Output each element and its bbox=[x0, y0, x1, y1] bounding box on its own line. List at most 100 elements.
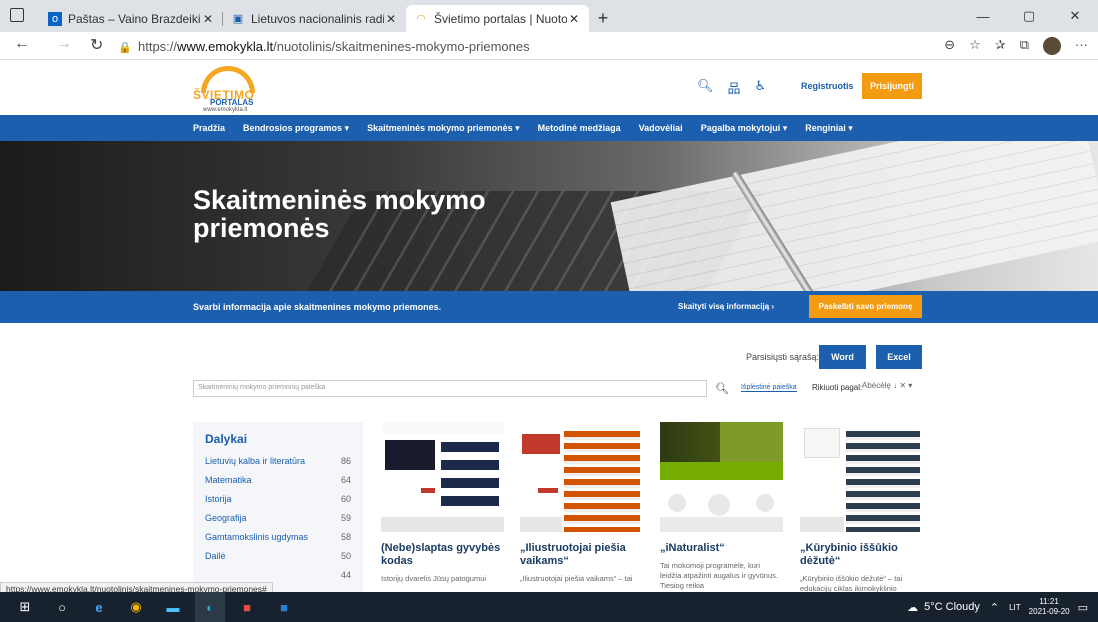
powerpoint-icon[interactable]: ■ bbox=[232, 592, 262, 622]
search-input[interactable]: Skaitmeninių mokymo priemonių paieška bbox=[193, 380, 707, 397]
system-tray: ☁ 5°C Cloudy ⌃ LIT 11:21 2021-09-20 ▭ bbox=[907, 592, 1098, 622]
tab-strip: o Paštas – Vaino Brazdeikis – „Outl ✕ ▣ … bbox=[40, 5, 617, 32]
subject-name[interactable]: Geografija bbox=[205, 509, 247, 528]
card-thumbnail[interactable] bbox=[381, 422, 504, 532]
tool-card[interactable]: „Iliustruotojai piešia vaikams“ „Iliustr… bbox=[520, 422, 643, 584]
more-icon[interactable]: ··· bbox=[1075, 37, 1088, 55]
card-title[interactable]: (Nebe)slaptas gyvybės kodas bbox=[381, 542, 504, 568]
search-icon[interactable]: 🔍︎ bbox=[715, 382, 729, 395]
login-button[interactable]: Prisijungti bbox=[862, 73, 922, 99]
read-more-link[interactable]: Skaityti visą informaciją › bbox=[678, 302, 774, 311]
advanced-search-link[interactable]: Išplėstinė paieška bbox=[741, 384, 797, 392]
back-icon[interactable]: ← bbox=[14, 35, 30, 53]
lrt-icon: ▣ bbox=[232, 12, 244, 25]
collections-icon[interactable]: ⧉ bbox=[1020, 37, 1029, 55]
menu-item-metodine-medziaga[interactable]: Metodinė medžiaga bbox=[538, 123, 621, 133]
close-icon[interactable]: ✕ bbox=[567, 12, 581, 26]
card-thumbnail[interactable] bbox=[800, 422, 923, 532]
download-label: Parsisiųsti sąrašą: bbox=[746, 352, 820, 362]
subject-name[interactable]: Dailė bbox=[205, 547, 226, 566]
chevron-up-icon[interactable]: ⌃ bbox=[990, 601, 999, 614]
search-icon[interactable]: 🔍︎ bbox=[697, 78, 714, 97]
url-path: /nuotolinis/skaitmenines-mokymo-priemone… bbox=[273, 39, 530, 54]
menu-item-vadoveliai[interactable]: Vadovėliai bbox=[639, 123, 683, 133]
read-aloud-icon[interactable]: ☆ bbox=[969, 37, 981, 55]
tab-lrt[interactable]: ▣ Lietuvos nacionalinis radijas ir tel ✕ bbox=[223, 5, 406, 32]
sort-select[interactable]: Abėcėlę ↓ ✕ ▾ bbox=[862, 381, 912, 390]
site-logo[interactable]: ŠVIETIMO PORTALAS www.emokykla.lt bbox=[193, 66, 263, 113]
tab-portal[interactable]: ◠ Švietimo portalas | Nuotolinis mo ✕ bbox=[406, 5, 589, 32]
sitemap-icon[interactable]: 品 bbox=[728, 78, 741, 97]
minimize-icon[interactable]: — bbox=[960, 0, 1006, 32]
outlook-icon: o bbox=[48, 11, 62, 26]
clock-time: 11:21 bbox=[1039, 597, 1059, 606]
subject-count: 60 bbox=[340, 494, 351, 504]
subject-item[interactable]: Matematika 64 bbox=[193, 471, 363, 490]
url-field[interactable]: 🔒 https://www.emokykla.lt/nuotolinis/ska… bbox=[118, 36, 978, 57]
subject-item[interactable]: Dailė 50 bbox=[193, 547, 363, 566]
profile-avatar[interactable] bbox=[1043, 37, 1061, 55]
search-icon[interactable]: ○ bbox=[47, 592, 77, 622]
card-title[interactable]: „Iliustruotojai piešia vaikams“ bbox=[520, 542, 643, 568]
accessibility-icon[interactable]: ♿︎ bbox=[755, 78, 767, 97]
internet-explorer-icon[interactable]: e bbox=[84, 592, 114, 622]
subject-name[interactable]: Matematika bbox=[205, 471, 252, 490]
download-word-button[interactable]: Word bbox=[819, 345, 866, 369]
windows-start-icon[interactable]: ⊞ bbox=[10, 592, 40, 622]
close-icon[interactable]: ✕ bbox=[384, 12, 398, 26]
close-icon[interactable]: ✕ bbox=[201, 12, 215, 26]
subject-count: 44 bbox=[340, 570, 351, 580]
subject-item[interactable]: Gamtamokslinis ugdymas 58 bbox=[193, 528, 363, 547]
menu-item-skaitmenines-priemones[interactable]: Skaitmeninės mokymo priemonės ▾ bbox=[367, 123, 520, 134]
subject-item[interactable]: Lietuvių kalba ir literatūra 86 bbox=[193, 452, 363, 471]
subject-name[interactable]: Istorija bbox=[205, 490, 232, 509]
clock[interactable]: 11:21 2021-09-20 bbox=[1029, 597, 1070, 617]
card-title[interactable]: „iNaturalist“ bbox=[660, 542, 783, 555]
notification-icon[interactable]: ▭ bbox=[1078, 601, 1088, 614]
word-icon[interactable]: ■ bbox=[269, 592, 299, 622]
card-thumbnail[interactable] bbox=[660, 422, 783, 532]
weather-text[interactable]: 5°C Cloudy bbox=[924, 601, 980, 613]
card-description: „Kūrybinio iššūkio dėžutė“ – tai edukaci… bbox=[800, 574, 903, 592]
zoom-icon[interactable]: ⊖ bbox=[944, 37, 955, 55]
window-controls: — ▢ ✕ bbox=[960, 0, 1098, 32]
hero-notebook-image bbox=[610, 141, 1098, 291]
download-excel-button[interactable]: Excel bbox=[876, 345, 922, 369]
refresh-icon[interactable]: ↻ bbox=[90, 35, 103, 55]
tool-card[interactable]: (Nebe)slaptas gyvybės kodas Istorijų dva… bbox=[381, 422, 504, 584]
publish-tool-button[interactable]: Paskelbti savo priemonę bbox=[809, 295, 922, 318]
subject-item[interactable]: Geografija 59 bbox=[193, 509, 363, 528]
hero-banner: Skaitmeninės mokymo priemonės bbox=[0, 141, 1098, 291]
menu-item-pagalba-mokytojui[interactable]: Pagalba mokytojui ▾ bbox=[701, 123, 788, 134]
logo-text-3: www.emokykla.lt bbox=[203, 107, 248, 113]
cloud-icon: ☁ bbox=[907, 601, 919, 614]
register-link[interactable]: Registruotis bbox=[801, 81, 854, 91]
language-indicator[interactable]: LIT bbox=[1009, 603, 1021, 612]
card-thumbnail[interactable] bbox=[520, 422, 643, 532]
browser-toolbar: ⊖ ☆ ✰ ⧉ ··· bbox=[944, 37, 1088, 55]
forward-icon[interactable]: → bbox=[56, 35, 72, 53]
subject-item[interactable]: Istorija 60 bbox=[193, 490, 363, 509]
menu-item-renginiai[interactable]: Renginiai ▾ bbox=[805, 123, 853, 134]
subject-name[interactable]: Lietuvių kalba ir literatūra bbox=[205, 452, 305, 471]
tab-actions-icon[interactable] bbox=[10, 8, 24, 22]
close-window-icon[interactable]: ✕ bbox=[1052, 0, 1098, 32]
tool-card[interactable]: „Kūrybinio iššūkio dėžutė“ „Kūrybinio iš… bbox=[800, 422, 923, 592]
menu-item-bendrosios-programos[interactable]: Bendrosios programos ▾ bbox=[243, 123, 349, 134]
chrome-icon[interactable]: ◉ bbox=[121, 592, 151, 622]
subject-count: 86 bbox=[340, 456, 351, 466]
menu-item-pradzia[interactable]: Pradžia bbox=[193, 123, 225, 133]
tab-label: Švietimo portalas | Nuotolinis mo bbox=[434, 11, 567, 26]
tool-card[interactable]: „iNaturalist“ Tai mokomoji programėlė, k… bbox=[660, 422, 783, 591]
maximize-icon[interactable]: ▢ bbox=[1006, 0, 1052, 32]
new-tab-button[interactable]: + bbox=[589, 5, 617, 32]
favorites-icon[interactable]: ✰ bbox=[995, 37, 1006, 55]
card-title[interactable]: „Kūrybinio iššūkio dėžutė“ bbox=[800, 542, 923, 568]
edge-icon[interactable]: ◐ bbox=[195, 592, 225, 622]
card-description: „Iliustruotojai piešia vaikams“ – tai bbox=[520, 574, 633, 583]
tab-outlook[interactable]: o Paštas – Vaino Brazdeikis – „Outl ✕ bbox=[40, 5, 223, 32]
subject-name[interactable]: Gamtamokslinis ugdymas bbox=[205, 528, 308, 547]
browser-titlebar: o Paštas – Vaino Brazdeikis – „Outl ✕ ▣ … bbox=[0, 0, 1098, 32]
lock-icon: 🔒 bbox=[118, 41, 132, 54]
file-explorer-icon[interactable]: ▬ bbox=[158, 592, 188, 622]
